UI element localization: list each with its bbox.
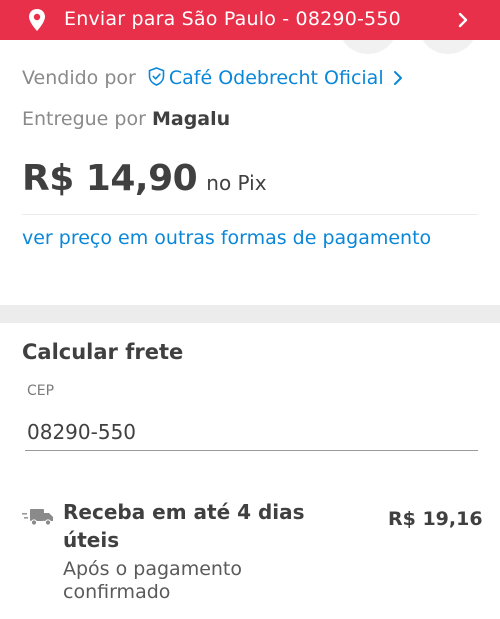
freight-section-title: Calcular frete — [22, 340, 184, 364]
shipping-option-subtitle: Após o pagamento confirmado — [63, 558, 243, 603]
shipping-option: Receba em até 4 dias úteis Após o pagame… — [22, 496, 483, 606]
price-block: R$ 14,90 no Pix — [22, 158, 267, 199]
delivered-by-row: Entregue por Magalu — [22, 108, 230, 130]
chevron-right-icon[interactable] — [392, 70, 404, 86]
chevron-right-icon — [458, 12, 468, 28]
cep-input[interactable] — [25, 414, 478, 451]
delivery-truck-icon — [22, 509, 53, 526]
delivered-by-label: Entregue por — [22, 108, 146, 130]
seller-name-link[interactable]: Café Odebrecht Oficial — [169, 67, 384, 89]
divider — [22, 214, 478, 215]
shield-check-icon — [148, 67, 165, 86]
sold-by-label: Vendido por — [22, 67, 136, 89]
shipping-option-price: R$ 19,16 — [388, 508, 483, 530]
cep-field-label: CEP — [27, 383, 55, 399]
delivered-by-name: Magalu — [151, 108, 231, 130]
other-payment-options-link[interactable]: ver preço em outras formas de pagamento — [22, 224, 442, 252]
section-separator — [0, 305, 500, 323]
price-value: R$ 14,90 — [22, 158, 198, 199]
price-payment-method: no Pix — [206, 171, 267, 195]
location-pin-icon — [29, 9, 45, 31]
shipping-address-bar[interactable]: Enviar para São Paulo - 08290-550 — [0, 0, 500, 40]
shipping-option-title: Receba em até 4 dias úteis — [63, 500, 305, 552]
sold-by-row: Vendido por Café Odebrecht Oficial — [22, 67, 404, 89]
floating-action-buttons-edge — [340, 40, 500, 54]
shipping-address-text: Enviar para São Paulo - 08290-550 — [64, 8, 401, 30]
